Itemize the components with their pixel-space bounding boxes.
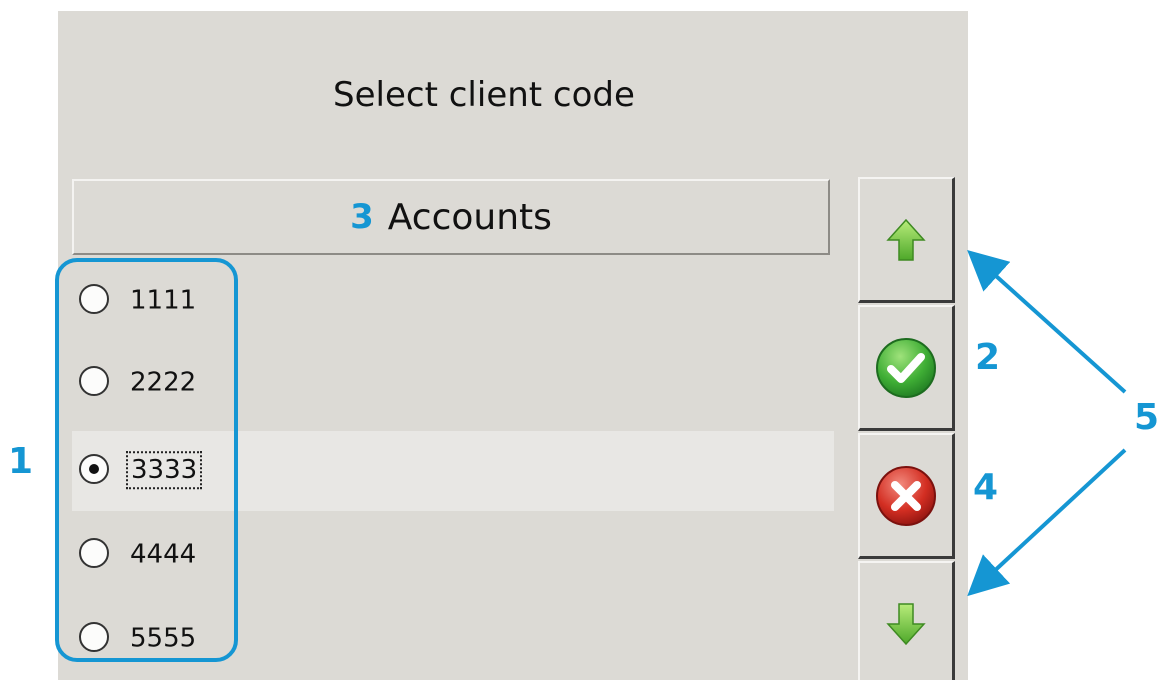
annotation-arrow-down [967,448,1127,597]
annotation-arrow-up [967,249,1127,394]
annotation-arrows [967,249,1127,597]
screenshot-stage: Select client code 3 Accounts 1111 2222 … [0,0,1167,680]
